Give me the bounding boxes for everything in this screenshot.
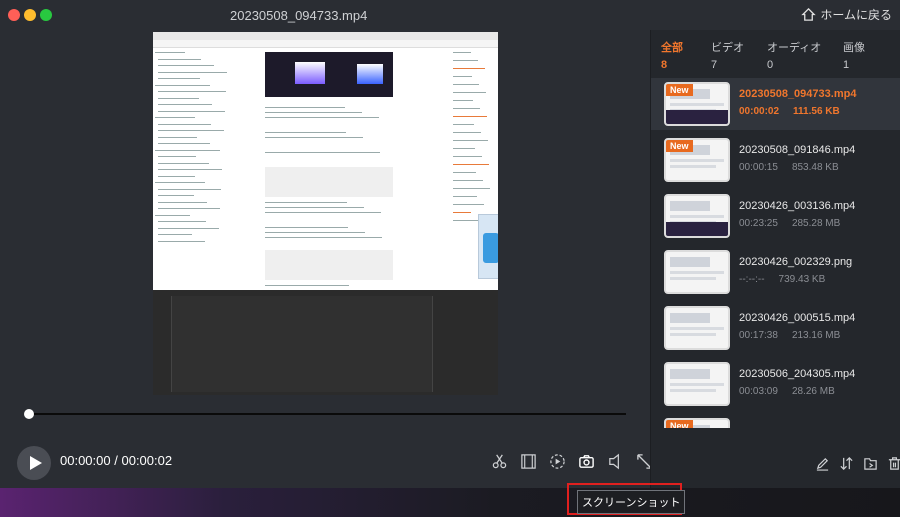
file-duration: 00:17:38 xyxy=(739,330,778,341)
library-toolbar xyxy=(813,454,900,472)
file-name: 20230426_003136.mp4 xyxy=(739,200,856,212)
speed-icon xyxy=(549,453,565,469)
category-tab[interactable]: オーディオ 0 xyxy=(767,39,821,71)
time-separator: / xyxy=(114,453,118,468)
file-meta: 00:17:38 213.16 MB xyxy=(739,330,840,341)
file-size: 28.26 MB xyxy=(791,386,835,397)
sort-icon xyxy=(839,456,853,470)
seek-bar[interactable] xyxy=(28,413,626,415)
file-item[interactable]: New 20230508_091846.mp4 00:00:15 853.48 KB xyxy=(651,134,900,186)
category-label: 画像 xyxy=(843,42,865,54)
play-button[interactable] xyxy=(17,446,51,480)
speed-button[interactable] xyxy=(548,452,566,470)
player-area: 00:00:00 / 00:00:02 xyxy=(0,30,653,488)
category-count: 0 xyxy=(767,59,774,71)
file-item[interactable]: 20230426_002329.png --:--:-- 739.43 KB xyxy=(651,246,900,298)
maximize-window-button[interactable] xyxy=(40,9,52,21)
category-count: 7 xyxy=(711,59,718,71)
category-label: ビデオ xyxy=(711,42,744,54)
file-list: New 20230508_094733.mp4 00:00:02 111.56 KB N… xyxy=(651,78,900,428)
file-thumbnail: New xyxy=(664,82,730,126)
seek-handle[interactable] xyxy=(24,409,34,419)
play-icon xyxy=(29,456,42,470)
file-size: 285.28 MB xyxy=(791,218,841,229)
category-tab[interactable]: 画像 1 xyxy=(843,39,865,71)
current-time: 00:00:00 xyxy=(60,453,111,468)
new-badge: New xyxy=(666,140,693,152)
rename-button[interactable] xyxy=(813,454,831,472)
category-tab[interactable]: ビデオ 7 xyxy=(711,39,744,71)
file-duration: 00:00:02 xyxy=(739,106,780,117)
file-name: 20230506_204305.mp4 xyxy=(739,368,856,380)
window-title: 20230508_094733.mp4 xyxy=(230,8,368,23)
pencil-icon xyxy=(816,457,828,471)
file-duration: 00:23:25 xyxy=(739,218,778,229)
file-thumbnail xyxy=(664,194,730,238)
file-meta: 00:03:09 28.26 MB xyxy=(739,386,835,397)
camera-icon xyxy=(578,454,594,468)
file-name: 20230426_002329.png xyxy=(739,256,853,268)
film-frames-icon xyxy=(520,453,536,469)
file-duration: 00:00:15 xyxy=(739,162,778,173)
file-size: 111.56 KB xyxy=(793,106,840,117)
category-tab[interactable]: 全部 8 xyxy=(661,39,683,71)
minimize-window-button[interactable] xyxy=(24,9,36,21)
screenshot-highlight-box: スクリーンショット xyxy=(567,483,686,515)
screenshot-button[interactable] xyxy=(577,452,595,470)
duration: 00:00:02 xyxy=(121,453,173,468)
category-tabs: 全部 8 ビデオ 7 オーディオ 0 画像 1 xyxy=(661,39,900,71)
file-thumbnail xyxy=(664,250,730,294)
player-toolbar xyxy=(490,452,653,470)
file-meta: 00:00:15 853.48 KB xyxy=(739,162,839,173)
cut-button[interactable] xyxy=(490,452,508,470)
trash-icon xyxy=(888,456,900,470)
file-size: 739.43 KB xyxy=(778,274,826,285)
title-bar: 20230508_094733.mp4 ホームに戻る xyxy=(0,0,900,30)
open-folder-button[interactable] xyxy=(861,454,879,472)
media-library-panel: 全部 8 ビデオ 7 オーディオ 0 画像 1 New 20230508_094733.mp4 0… xyxy=(650,30,900,488)
file-thumbnail: New xyxy=(664,418,730,428)
video-frame-webpage xyxy=(153,32,498,291)
file-size: 213.16 MB xyxy=(791,330,841,341)
file-thumbnail xyxy=(664,306,730,350)
file-duration: 00:03:09 xyxy=(739,386,778,397)
file-item[interactable]: New xyxy=(651,414,900,428)
file-name: 20230508_091846.mp4 xyxy=(739,144,856,156)
volume-button[interactable] xyxy=(606,452,624,470)
speaker-icon xyxy=(608,453,619,469)
category-label: オーディオ xyxy=(767,42,822,54)
bottom-strip xyxy=(0,488,900,517)
category-count: 1 xyxy=(843,59,850,71)
folder-icon xyxy=(863,457,877,470)
sort-button[interactable] xyxy=(837,454,855,472)
home-icon xyxy=(801,7,817,21)
file-duration: --:--:-- xyxy=(739,274,765,285)
delete-button[interactable] xyxy=(885,454,900,472)
file-thumbnail xyxy=(664,362,730,406)
close-window-button[interactable] xyxy=(8,9,20,21)
home-button[interactable]: ホームに戻る xyxy=(801,6,892,23)
frames-button[interactable] xyxy=(519,452,537,470)
timecode: 00:00:00 / 00:00:02 xyxy=(60,453,172,468)
scissors-icon xyxy=(492,454,506,468)
file-item[interactable]: New 20230508_094733.mp4 00:00:02 111.56 KB xyxy=(651,78,900,130)
file-item[interactable]: 20230506_204305.mp4 00:03:09 28.26 MB xyxy=(651,358,900,410)
file-name: 20230426_000515.mp4 xyxy=(739,312,856,324)
new-badge: New xyxy=(666,84,693,96)
home-button-label: ホームに戻る xyxy=(820,8,892,22)
file-item[interactable]: 20230426_000515.mp4 00:17:38 213.16 MB xyxy=(651,302,900,354)
video-preview[interactable] xyxy=(153,32,498,395)
file-size: 853.48 KB xyxy=(791,162,839,173)
file-thumbnail: New xyxy=(664,138,730,182)
file-meta: --:--:-- 739.43 KB xyxy=(739,274,825,285)
file-item[interactable]: 20230426_003136.mp4 00:23:25 285.28 MB xyxy=(651,190,900,242)
category-count: 8 xyxy=(661,59,668,71)
screenshot-tooltip: スクリーンショット xyxy=(577,490,686,514)
file-name: 20230508_094733.mp4 xyxy=(739,88,857,100)
file-meta: 00:23:25 285.28 MB xyxy=(739,218,840,229)
category-label: 全部 xyxy=(661,42,683,54)
file-meta: 00:00:02 111.56 KB xyxy=(739,106,840,117)
new-badge: New xyxy=(666,420,693,428)
